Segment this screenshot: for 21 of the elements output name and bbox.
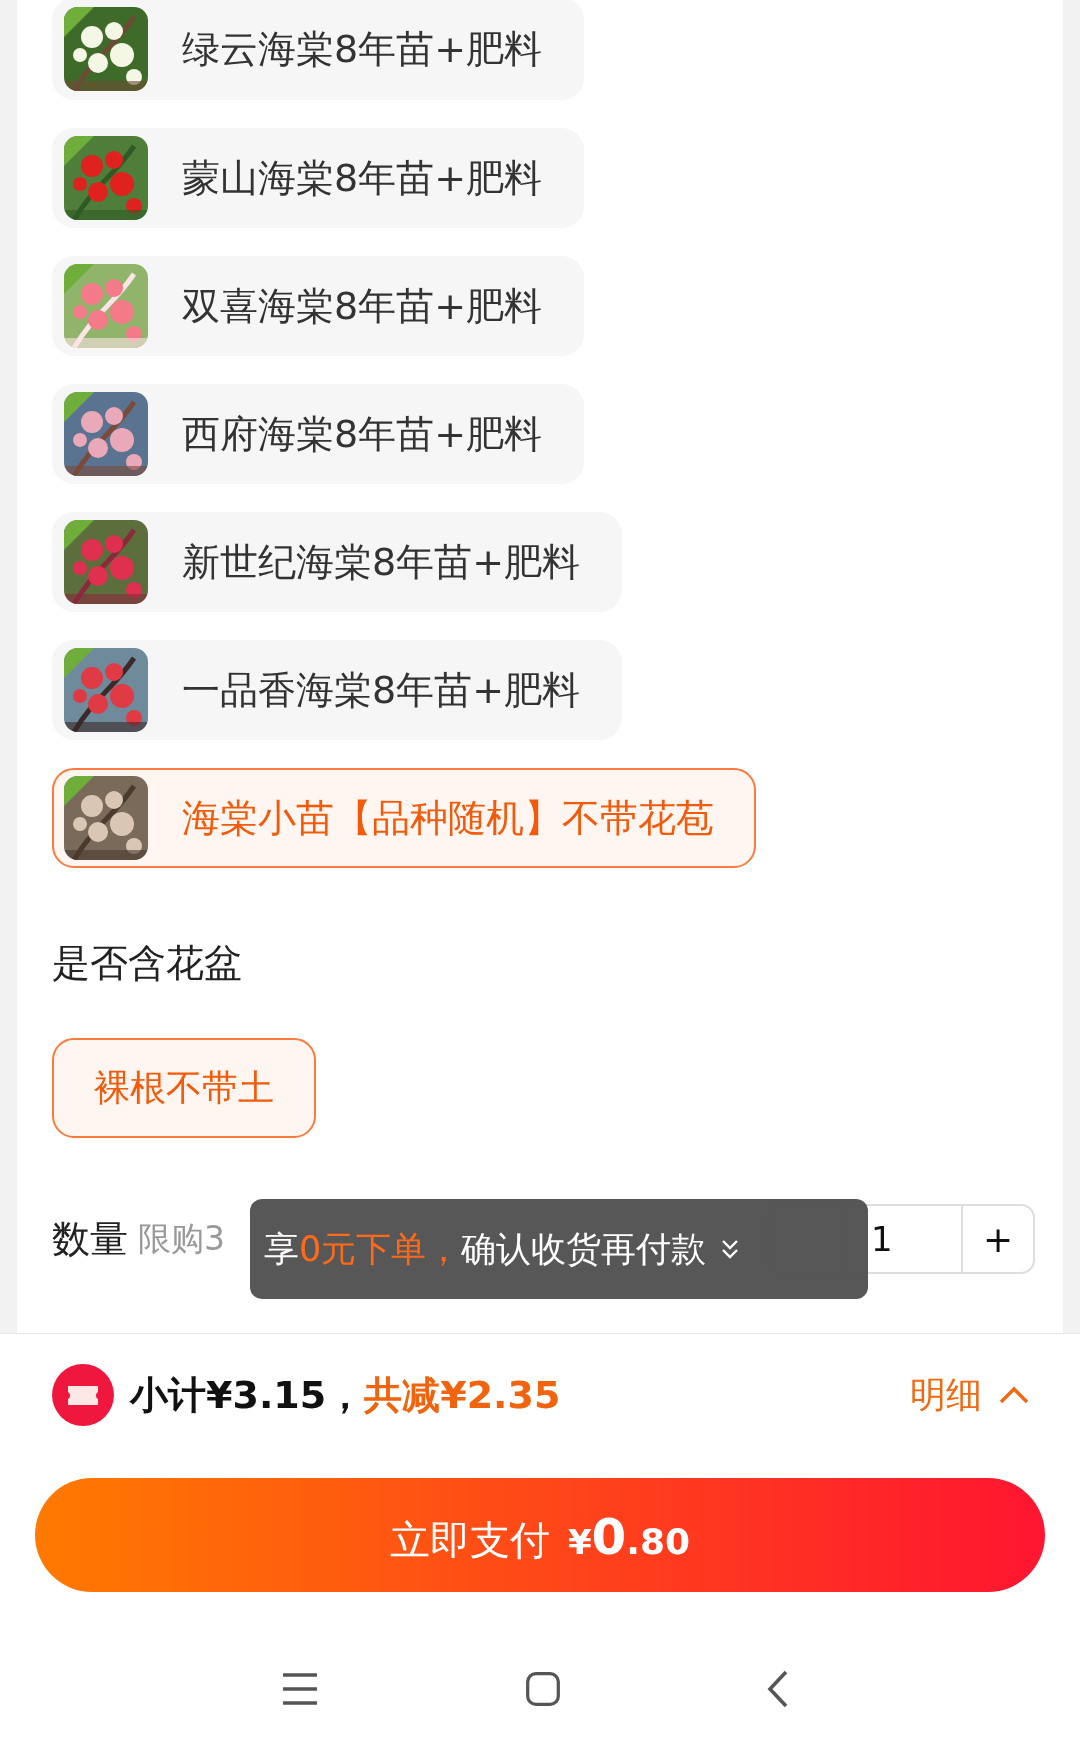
double-chevron-down-icon[interactable] [720,1238,741,1260]
pay-button[interactable]: 立即支付 ¥0.80 [35,1478,1045,1592]
caret-up-icon[interactable] [998,1385,1030,1405]
variant-option[interactable]: 双喜海棠8年苗+肥料 [52,256,585,356]
variant-option[interactable]: 一品香海棠8年苗+肥料 [52,640,623,740]
variant-option[interactable]: 西府海棠8年苗+肥料 [52,384,585,484]
variant-option[interactable]: 新世纪海棠8年苗+肥料 [52,512,623,612]
variant-option[interactable]: 绿云海棠8年苗+肥料 [52,0,585,100]
quantity-value[interactable]: 1 [871,1219,893,1259]
quantity-label: 数量 [52,1215,128,1263]
purchase-limit: 限购3 [138,1217,225,1260]
back-icon[interactable] [766,1669,790,1709]
toast-text: 享0元下单，确认收货再付款 [264,1227,707,1271]
discount-text: 共减¥2.35 [364,1371,561,1419]
coupon-icon [52,1364,114,1426]
variant-option[interactable]: 蒙山海棠8年苗+肥料 [52,128,585,228]
home-icon[interactable] [523,1671,563,1707]
plus-button[interactable]: + [963,1206,1033,1272]
section-title: 是否含花盆 [52,940,243,987]
menu-icon[interactable] [280,1671,320,1707]
subtotal-text: 小计¥3.15， [130,1371,365,1419]
